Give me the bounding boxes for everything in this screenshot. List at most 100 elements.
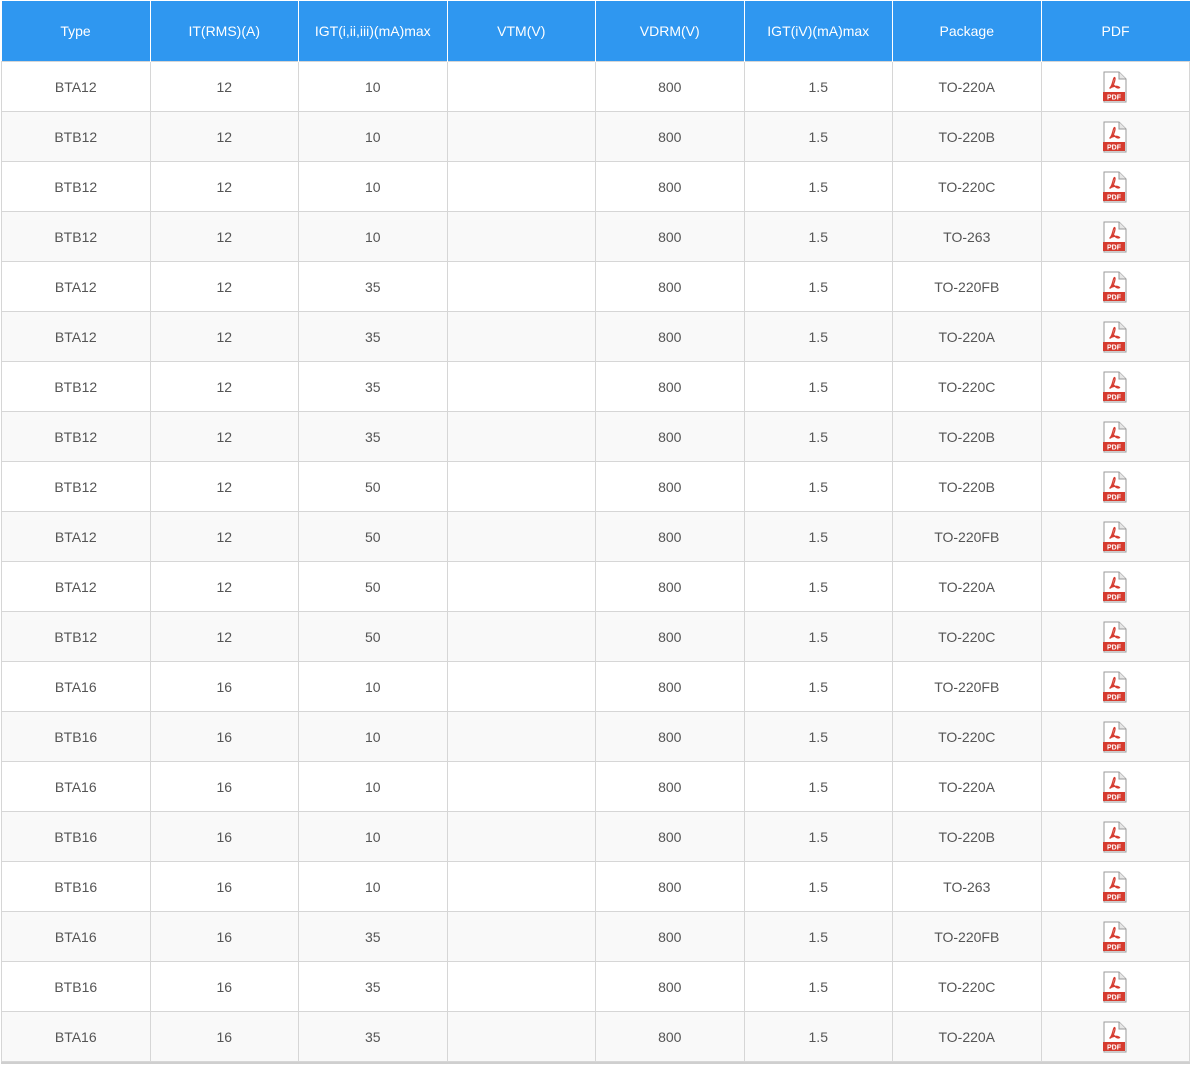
header-package[interactable]: Package [892, 1, 1042, 62]
product-table: Type IT(RMS)(A) IGT(i,ii,iii)(mA)max VTM… [1, 1, 1190, 1062]
cell-igt-iv: 1.5 [743, 1011, 893, 1062]
pdf-icon[interactable]: PDF [1103, 471, 1127, 503]
cell-igt: 10 [298, 61, 448, 112]
pdf-download-link[interactable]: PDF [1103, 921, 1127, 953]
pdf-icon-label: PDF [1107, 544, 1122, 551]
cell-igt: 10 [298, 211, 448, 262]
cell-igt: 50 [298, 611, 448, 662]
cell-type: BTA16 [1, 761, 151, 812]
pdf-icon-label: PDF [1107, 494, 1122, 501]
table-row: BTA12 12 50 800 1.5 TO-220FB PDF [1, 511, 1190, 562]
pdf-download-link[interactable]: PDF [1103, 321, 1127, 353]
cell-vtm [446, 211, 596, 262]
table-row: BTA16 16 35 800 1.5 TO-220FB PDF [1, 911, 1190, 962]
pdf-icon[interactable]: PDF [1103, 221, 1127, 253]
pdf-icon[interactable]: PDF [1103, 121, 1127, 153]
pdf-icon[interactable]: PDF [1103, 821, 1127, 853]
pdf-download-link[interactable]: PDF [1103, 871, 1127, 903]
pdf-download-link[interactable]: PDF [1103, 471, 1127, 503]
pdf-download-link[interactable]: PDF [1103, 1021, 1127, 1053]
pdf-icon[interactable]: PDF [1103, 521, 1127, 553]
pdf-download-link[interactable]: PDF [1103, 821, 1127, 853]
cell-it-rms: 12 [149, 111, 299, 162]
cell-package: TO-220FB [892, 261, 1042, 312]
cell-type: BTB12 [1, 461, 151, 512]
cell-igt: 35 [298, 361, 448, 412]
pdf-icon[interactable]: PDF [1103, 1021, 1127, 1053]
pdf-icon[interactable]: PDF [1103, 721, 1127, 753]
pdf-icon[interactable]: PDF [1103, 371, 1127, 403]
cell-vdrm: 800 [595, 711, 745, 762]
header-it-rms[interactable]: IT(RMS)(A) [150, 1, 299, 62]
pdf-icon[interactable]: PDF [1103, 671, 1127, 703]
table-row: BTA12 12 35 800 1.5 TO-220A PDF [1, 311, 1190, 362]
cell-type: BTB16 [1, 711, 151, 762]
pdf-icon[interactable]: PDF [1103, 971, 1127, 1003]
pdf-icon-label: PDF [1107, 94, 1122, 101]
pdf-icon[interactable]: PDF [1103, 271, 1127, 303]
pdf-download-link[interactable]: PDF [1103, 521, 1127, 553]
cell-vdrm: 800 [595, 911, 745, 962]
pdf-icon-label: PDF [1107, 644, 1122, 651]
pdf-icon[interactable]: PDF [1103, 621, 1127, 653]
cell-it-rms: 16 [149, 911, 299, 962]
cell-package: TO-220A [892, 61, 1042, 112]
cell-igt-iv: 1.5 [743, 661, 893, 712]
pdf-icon[interactable]: PDF [1103, 71, 1127, 103]
header-igt[interactable]: IGT(i,ii,iii)(mA)max [298, 1, 448, 62]
cell-it-rms: 16 [149, 961, 299, 1012]
cell-vtm [446, 611, 596, 662]
cell-igt-iv: 1.5 [743, 211, 893, 262]
cell-igt-iv: 1.5 [743, 61, 893, 112]
cell-it-rms: 16 [149, 1011, 299, 1062]
cell-pdf: PDF [1040, 961, 1190, 1012]
pdf-download-link[interactable]: PDF [1103, 371, 1127, 403]
cell-pdf: PDF [1040, 411, 1190, 462]
header-vtm[interactable]: VTM(V) [447, 1, 596, 62]
pdf-icon[interactable]: PDF [1103, 871, 1127, 903]
table-row: BTB16 16 35 800 1.5 TO-220C PDF [1, 961, 1190, 1012]
pdf-download-link[interactable]: PDF [1103, 971, 1127, 1003]
pdf-icon-label: PDF [1107, 394, 1122, 401]
pdf-download-link[interactable]: PDF [1103, 571, 1127, 603]
table-row: BTA12 12 10 800 1.5 TO-220A PDF [1, 61, 1190, 112]
pdf-icon[interactable]: PDF [1103, 421, 1127, 453]
header-pdf[interactable]: PDF [1041, 1, 1190, 62]
cell-pdf: PDF [1040, 561, 1190, 612]
header-igt-iv[interactable]: IGT(iV)(mA)max [744, 1, 893, 62]
table-row: BTB12 12 35 800 1.5 TO-220B PDF [1, 411, 1190, 462]
pdf-download-link[interactable]: PDF [1103, 271, 1127, 303]
pdf-download-link[interactable]: PDF [1103, 421, 1127, 453]
cell-it-rms: 12 [149, 461, 299, 512]
pdf-download-link[interactable]: PDF [1103, 71, 1127, 103]
pdf-download-link[interactable]: PDF [1103, 771, 1127, 803]
pdf-download-link[interactable]: PDF [1103, 171, 1127, 203]
pdf-download-link[interactable]: PDF [1103, 721, 1127, 753]
cell-package: TO-220B [892, 111, 1042, 162]
cell-vtm [446, 511, 596, 562]
cell-package: TO-220A [892, 311, 1042, 362]
pdf-download-link[interactable]: PDF [1103, 621, 1127, 653]
cell-package: TO-220A [892, 1011, 1042, 1062]
cell-it-rms: 12 [149, 411, 299, 462]
cell-igt-iv: 1.5 [743, 961, 893, 1012]
cell-vdrm: 800 [595, 811, 745, 862]
pdf-download-link[interactable]: PDF [1103, 221, 1127, 253]
cell-type: BTB16 [1, 861, 151, 912]
cell-igt: 35 [298, 311, 448, 362]
header-type[interactable]: Type [1, 1, 151, 62]
pdf-icon[interactable]: PDF [1103, 771, 1127, 803]
pdf-icon[interactable]: PDF [1103, 571, 1127, 603]
pdf-download-link[interactable]: PDF [1103, 121, 1127, 153]
cell-igt: 35 [298, 1011, 448, 1062]
pdf-icon[interactable]: PDF [1103, 171, 1127, 203]
cell-vdrm: 800 [595, 1011, 745, 1062]
header-vdrm[interactable]: VDRM(V) [595, 1, 745, 62]
pdf-icon[interactable]: PDF [1103, 921, 1127, 953]
cell-it-rms: 12 [149, 361, 299, 412]
cell-type: BTB12 [1, 161, 151, 212]
pdf-icon[interactable]: PDF [1103, 321, 1127, 353]
cell-igt: 10 [298, 161, 448, 212]
pdf-download-link[interactable]: PDF [1103, 671, 1127, 703]
cell-package: TO-220B [892, 461, 1042, 512]
